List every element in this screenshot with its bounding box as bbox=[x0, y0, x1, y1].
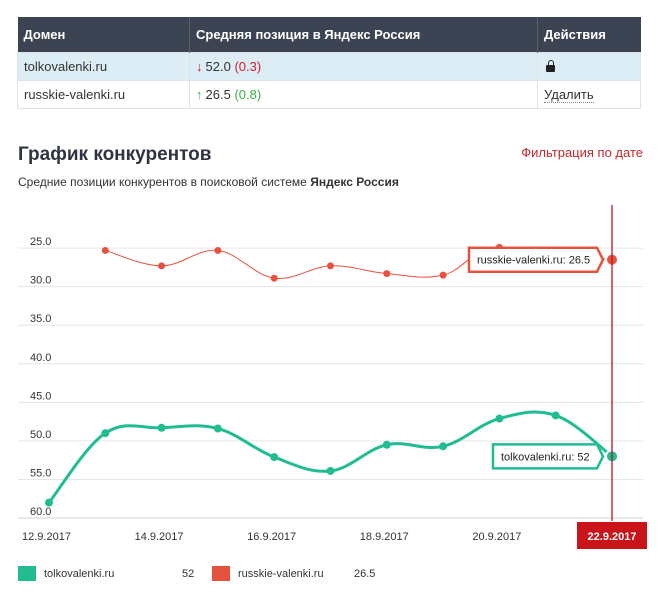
header-actions: Действия bbox=[537, 17, 641, 52]
legend-swatch bbox=[18, 566, 36, 581]
x-tick-label: 18.9.2017 bbox=[360, 531, 409, 543]
lock-icon bbox=[546, 59, 555, 72]
data-point-tolkovalenki bbox=[45, 498, 53, 507]
position-delta: (0.3) bbox=[234, 58, 262, 74]
data-point-russkie-valenki bbox=[270, 274, 278, 282]
data-point-tolkovalenki bbox=[382, 440, 391, 449]
chart-subtitle: Средние позиции конкурентов в поисковой … bbox=[18, 175, 399, 189]
data-point-tolkovalenki bbox=[101, 429, 110, 438]
tooltip-tolkovalenki-text: tolkovalenki.ru: 52 bbox=[501, 451, 590, 463]
legend-value: 26.5 bbox=[354, 567, 376, 580]
legend-name: russkie-valenki.ru bbox=[238, 567, 324, 580]
x-tick-label: 16.9.2017 bbox=[247, 531, 296, 543]
data-point-tolkovalenki bbox=[157, 423, 166, 432]
header-position[interactable]: Средняя позиция в Яндекс Россия bbox=[189, 17, 538, 52]
arrow-down-icon: ↓ bbox=[196, 58, 203, 74]
actions-cell: Удалить bbox=[537, 79, 641, 109]
y-tick-label: 40.0 bbox=[30, 352, 51, 364]
legend-value: 52 bbox=[182, 567, 195, 580]
y-tick-label: 50.0 bbox=[30, 429, 51, 441]
data-point-russkie-valenki bbox=[101, 246, 109, 254]
y-tick-label: 35.0 bbox=[30, 313, 51, 325]
y-tick-label: 25.0 bbox=[30, 236, 51, 248]
position-value: 52.0 bbox=[205, 58, 231, 74]
header-domain[interactable]: Домен bbox=[17, 17, 190, 52]
legend-name: tolkovalenki.ru bbox=[44, 567, 115, 580]
y-tick-label: 60.0 bbox=[30, 506, 51, 518]
subtitle-engine: Яндекс Россия bbox=[310, 175, 399, 189]
x-tick-label: 20.9.2017 bbox=[472, 531, 521, 543]
competitors-line-chart: 25.0 30.0 35.0 40.0 45.0 50.0 55.0 60.0 12.9.201… bbox=[18, 205, 647, 549]
chart-section-title: График конкурентов bbox=[18, 144, 212, 165]
table-row: tolkovalenki.ru ↓ 52.0 (0.3) bbox=[17, 51, 641, 81]
y-tick-label: 30.0 bbox=[30, 275, 51, 287]
position-delta: (0.8) bbox=[234, 86, 262, 102]
x-tick-label: 12.9.2017 bbox=[22, 531, 71, 543]
data-point-russkie-valenki bbox=[327, 262, 334, 270]
table-header-row: Домен Средняя позиция в Яндекс Россия Де… bbox=[17, 17, 641, 52]
chart-legend: tolkovalenki.ru 52 russkie-valenki.ru 26… bbox=[18, 566, 380, 581]
data-point-tolkovalenki bbox=[495, 414, 504, 423]
table-row: russkie-valenki.ru ↑ 26.5 (0.8) Удалить bbox=[17, 79, 641, 109]
delete-button[interactable]: Удалить bbox=[544, 86, 594, 103]
position-cell: ↓ 52.0 (0.3) bbox=[189, 51, 538, 81]
data-point-tolkovalenki bbox=[213, 424, 222, 433]
legend-item-russkie-valenki[interactable]: russkie-valenki.ru 26.5 bbox=[212, 566, 380, 581]
domain-cell: russkie-valenki.ru bbox=[17, 79, 190, 109]
subtitle-text: Средние позиции конкурентов в поисковой … bbox=[18, 175, 311, 189]
data-point-russkie-valenki bbox=[383, 270, 391, 278]
legend-item-tolkovalenki[interactable]: tolkovalenki.ru 52 bbox=[18, 566, 212, 581]
data-point-tolkovalenki bbox=[270, 453, 279, 462]
actions-cell bbox=[537, 51, 641, 81]
domain-cell: tolkovalenki.ru bbox=[17, 51, 190, 81]
data-point-tolkovalenki bbox=[326, 466, 335, 475]
competitors-table: Домен Средняя позиция в Яндекс Россия Де… bbox=[17, 17, 641, 109]
tooltip-russkie-valenki-text: russkie-valenki.ru: 26.5 bbox=[477, 255, 590, 267]
y-tick-label: 55.0 bbox=[30, 467, 51, 479]
data-point-russkie-valenki bbox=[439, 271, 447, 279]
x-tick-label: 14.9.2017 bbox=[135, 531, 184, 543]
date-filter-link[interactable]: Фильтрация по дате bbox=[521, 145, 643, 160]
legend-swatch bbox=[212, 566, 230, 581]
data-point-russkie-valenki bbox=[214, 246, 222, 254]
data-point-russkie-valenki bbox=[158, 262, 166, 270]
highlight-date-label: 22.9.2017 bbox=[588, 531, 637, 543]
position-cell: ↑ 26.5 (0.8) bbox=[189, 79, 538, 109]
data-point-tolkovalenki bbox=[439, 442, 448, 451]
position-value: 26.5 bbox=[205, 86, 231, 102]
data-point-tolkovalenki bbox=[551, 411, 560, 420]
y-tick-label: 45.0 bbox=[30, 390, 51, 402]
arrow-up-icon: ↑ bbox=[196, 86, 203, 102]
